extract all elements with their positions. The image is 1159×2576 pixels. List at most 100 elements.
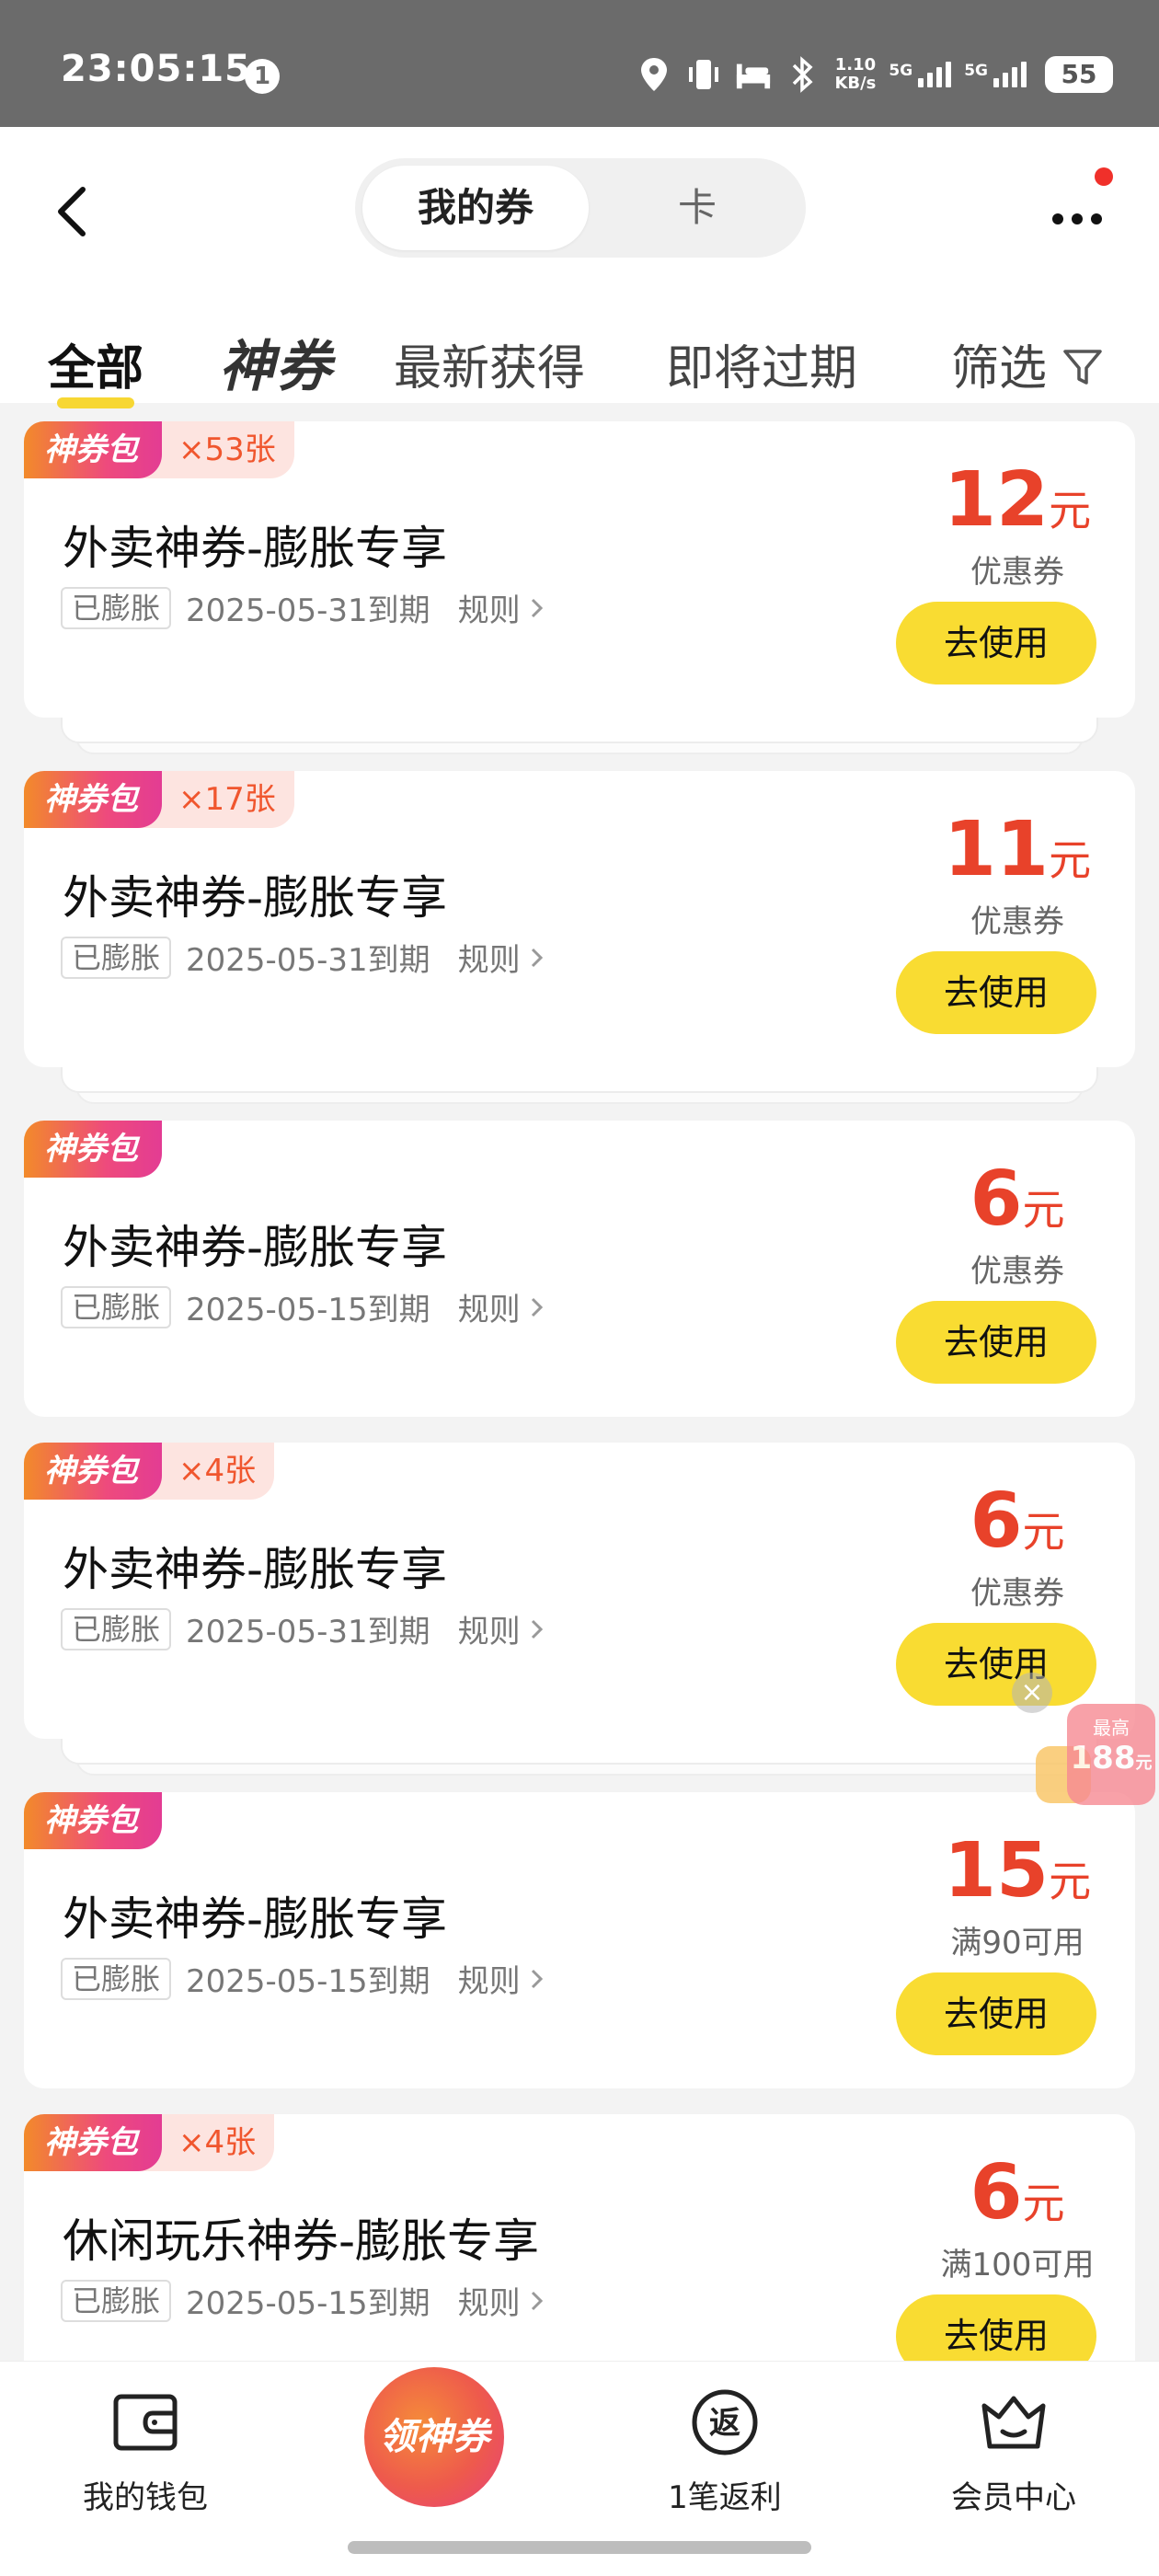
coupon-tag: 神券包 [24,1792,162,1849]
tab-shen-coupon[interactable]: 神券 [219,322,333,402]
tab-newest[interactable]: 最新获得 [394,329,585,398]
coupon-tag: 神券包 ×4张 [24,2114,275,2171]
coupon-card[interactable]: 神券包 外卖神券-膨胀专享 已膨胀 2025-05-15到期 规则 15元 满9… [24,1792,1135,2088]
tab-all[interactable]: 全部 [48,329,143,398]
coupon-meta: 已膨胀 2025-05-15到期 规则 [61,2278,548,2323]
home-indicator[interactable] [348,2541,811,2554]
status-badge: 已膨胀 [61,1285,172,1328]
coupon-tag: 神券包 ×17张 [24,771,294,828]
use-button[interactable]: 去使用 [896,951,1096,1034]
status-badge: 已膨胀 [61,2279,172,2322]
coupon-title: 外卖神券-膨胀专享 [63,1543,448,1596]
notification-badge: 1 [245,59,280,94]
coupon-card[interactable]: 神券包 ×53张 外卖神券-膨胀专享 已膨胀 2025-05-31到期 规则 1… [24,421,1135,754]
segment-control: 我的券 卡 [355,158,806,258]
header: 我的券 卡 全部 神券 最新获得 即将过期 筛选 [0,127,1159,408]
nav-rebate[interactable]: 返 1笔返利 [624,2387,826,2517]
tag-label: 神券包 [24,1121,162,1178]
use-button[interactable]: 去使用 [896,602,1096,684]
coupon-amount: 6元 [970,1478,1065,1565]
crown-icon [979,2387,1049,2457]
rules-link[interactable]: 规则 [458,1284,548,1329]
vibrate-icon [685,56,722,93]
chevron-right-icon [531,1297,543,1317]
expiry-date: 2025-05-15到期 [186,1292,430,1328]
signal-sim1-icon: 5G [889,62,952,87]
bluetooth-icon [785,56,821,93]
segment-cards[interactable]: 卡 [589,166,806,250]
expiry-date: 2025-05-15到期 [186,1963,430,2000]
segment-my-coupons[interactable]: 我的券 [362,166,589,250]
status-badge: 已膨胀 [61,936,172,979]
status-bar: 23:05:15 1 1.10 KB/s 5G 5G 55 [0,0,1159,127]
coupon-condition: 优惠券 [970,554,1064,591]
coupon-meta: 已膨胀 2025-05-15到期 规则 [61,1284,548,1329]
nav-rebate-label: 1笔返利 [668,2479,782,2516]
status-badge: 已膨胀 [61,586,172,629]
chevron-right-icon [531,598,543,617]
coupon-meta: 已膨胀 2025-05-31到期 规则 [61,1606,548,1651]
status-badge: 已膨胀 [61,1957,172,2000]
coupon-card-body: 神券包 外卖神券-膨胀专享 已膨胀 2025-05-15到期 规则 6元 优惠券… [24,1121,1135,1417]
coupon-title: 休闲玩乐神券-膨胀专享 [63,2214,540,2268]
coupon-amount: 11元 [943,806,1092,893]
use-button[interactable]: 去使用 [896,1972,1096,2055]
coupon-condition: 优惠券 [970,903,1064,940]
floating-promo[interactable]: 最高 188元 [1067,1704,1155,1805]
coupon-amount: 12元 [943,456,1092,544]
sleep-mode-icon [735,56,772,93]
expiry-date: 2025-05-31到期 [186,942,430,979]
close-icon[interactable]: × [1012,1673,1052,1713]
coupon-tag: 神券包 ×53张 [24,421,294,478]
more-button[interactable] [1045,201,1109,237]
battery-icon: 55 [1045,56,1113,93]
coupon-amount: 15元 [943,1827,1092,1915]
nav-member[interactable]: 会员中心 [912,2387,1115,2517]
use-button[interactable]: 去使用 [896,1301,1096,1384]
coupon-card-body: 神券包 ×4张 外卖神券-膨胀专享 已膨胀 2025-05-31到期 规则 6元… [24,1443,1135,1739]
location-icon [636,56,672,93]
coupon-condition: 满100可用 [940,2247,1095,2283]
coupon-meta: 已膨胀 2025-05-31到期 规则 [61,935,548,980]
coupon-condition: 优惠券 [970,1575,1064,1612]
coupon-amount: 6元 [970,1156,1065,1243]
tag-label: 神券包 [24,1792,162,1849]
rules-link[interactable]: 规则 [458,1956,548,2001]
back-button[interactable] [46,175,101,248]
chevron-right-icon [531,2291,543,2310]
tab-filter[interactable]: 筛选 [951,329,1047,398]
signal-sim2-icon: 5G [964,62,1027,87]
coupon-condition: 满90可用 [950,1925,1084,1961]
coupon-card[interactable]: 神券包 ×4张 外卖神券-膨胀专享 已膨胀 2025-05-31到期 规则 6元… [24,1443,1135,1776]
coupon-card-body: 神券包 ×53张 外卖神券-膨胀专享 已膨胀 2025-05-31到期 规则 1… [24,421,1135,718]
coupon-tag: 神券包 [24,1121,162,1178]
chevron-right-icon [531,948,543,967]
tag-label: 神券包 [24,2114,162,2171]
wallet-icon [110,2387,180,2457]
status-badge: 已膨胀 [61,1607,172,1650]
use-button[interactable]: 去使用 [896,1623,1096,1706]
coupon-card[interactable]: 神券包 ×17张 外卖神券-膨胀专享 已膨胀 2025-05-31到期 规则 1… [24,771,1135,1104]
nav-wallet-label: 我的钱包 [83,2479,208,2516]
coupon-meta: 已膨胀 2025-05-15到期 规则 [61,1956,548,2001]
coupon-title: 外卖神券-膨胀专享 [63,1892,448,1946]
tab-expiring[interactable]: 即将过期 [666,329,857,398]
coupon-card-body: 神券包 ×17张 外卖神券-膨胀专享 已膨胀 2025-05-31到期 规则 1… [24,771,1135,1067]
filter-icon[interactable] [1060,344,1106,390]
coupon-title: 外卖神券-膨胀专享 [63,1221,448,1274]
promo-amount: 188元 [1070,1740,1153,1777]
filter-tabs: 全部 神券 最新获得 即将过期 筛选 [0,302,1159,408]
svg-text:返: 返 [709,2405,740,2442]
expiry-date: 2025-05-31到期 [186,592,430,629]
rules-link[interactable]: 规则 [458,2278,548,2323]
coupon-card[interactable]: 神券包 外卖神券-膨胀专享 已膨胀 2025-05-15到期 规则 6元 优惠券… [24,1121,1135,1417]
rules-link[interactable]: 规则 [458,1606,548,1651]
net-speed: 1.10 KB/s [834,55,877,93]
rules-link[interactable]: 规则 [458,935,548,980]
promo-top-label: 最高 [1093,1717,1130,1739]
nav-wallet[interactable]: 我的钱包 [44,2387,247,2517]
rules-link[interactable]: 规则 [458,585,548,630]
get-coupon-button[interactable]: 领神券 [364,2367,504,2507]
coupon-title: 外卖神券-膨胀专享 [63,522,448,575]
back-arrow-icon [58,187,86,236]
